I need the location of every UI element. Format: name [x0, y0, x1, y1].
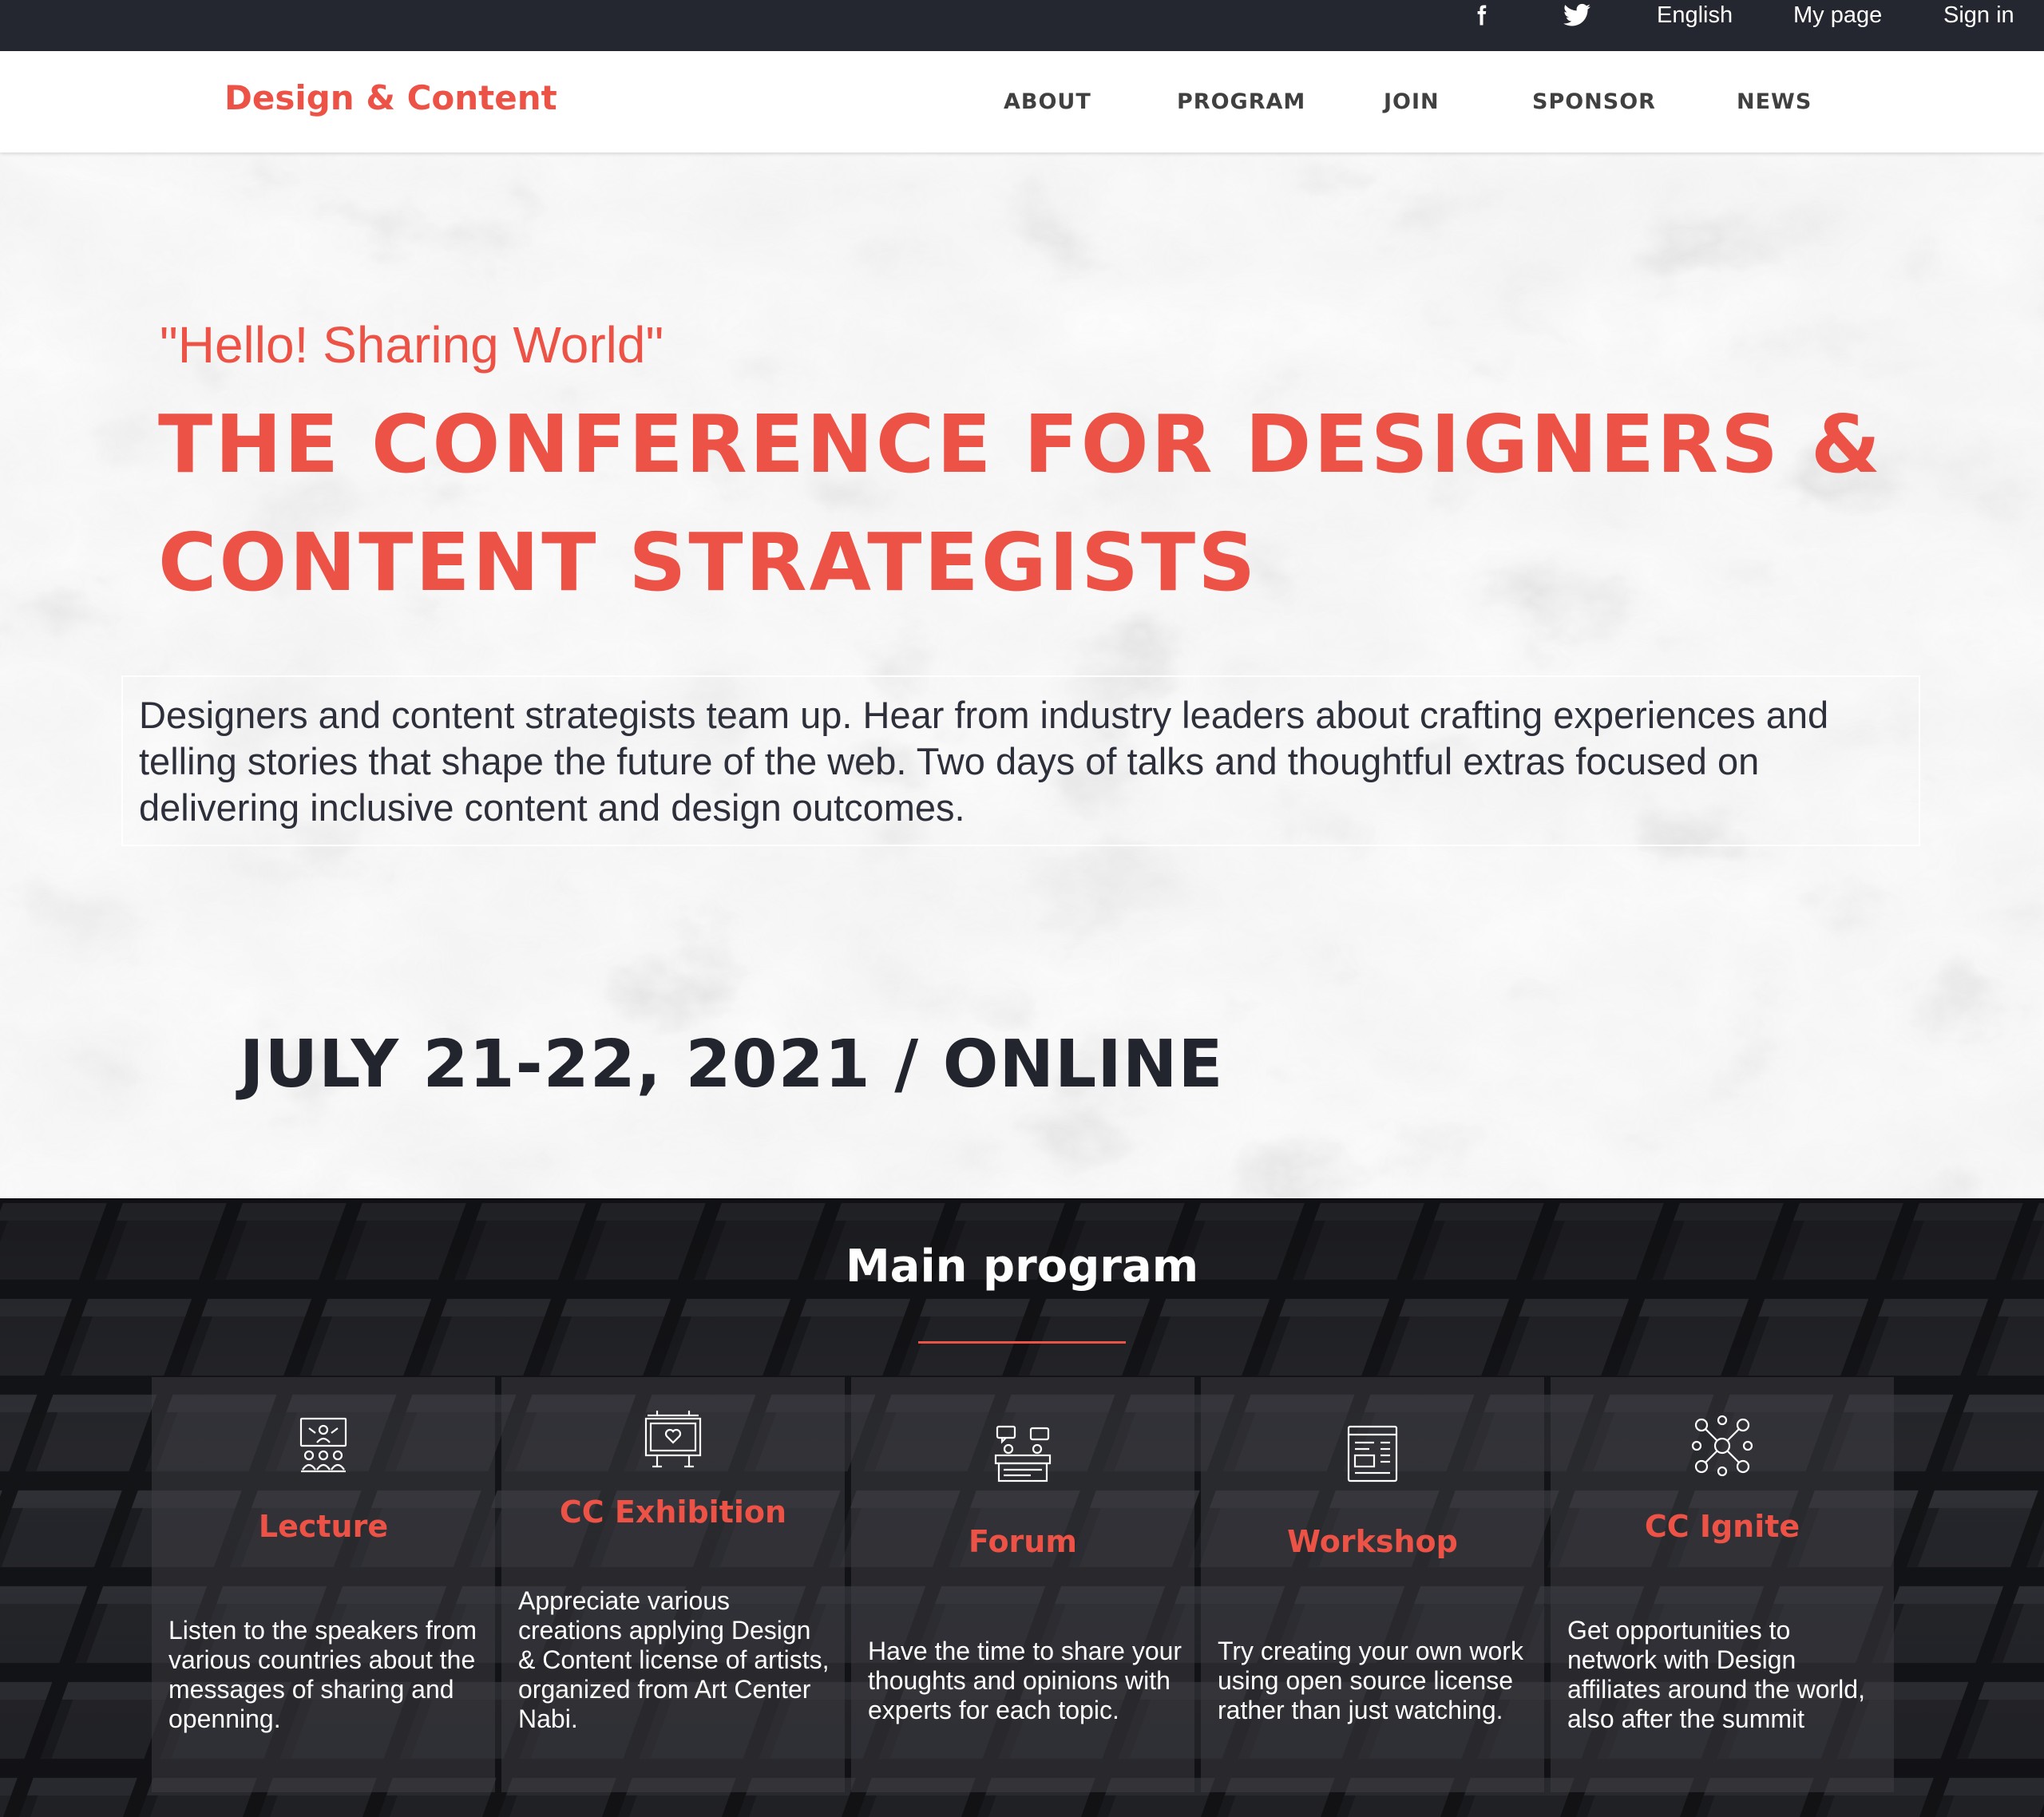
hero-headline-line-2: CONTENT STRATEGISTS — [158, 516, 1258, 609]
card-desc-lecture: Listen to the speakers from various coun… — [168, 1616, 477, 1733]
title-underline — [918, 1341, 1126, 1344]
top-utility-bar: English My page Sign in — [0, 0, 2044, 51]
card-title-lecture: Lecture — [258, 1509, 389, 1544]
card-desc-forum: Have the time to share your thoughts and… — [868, 1637, 1182, 1724]
card-title-cc-ignite: CC Ignite — [1644, 1509, 1800, 1544]
program-card-workshop[interactable]: Workshop Try creating your own work usin… — [1201, 1377, 1544, 1792]
program-title: Main program — [845, 1241, 1199, 1292]
program-card-lecture[interactable]: Lecture Listen to the speakers from vari… — [152, 1377, 495, 1792]
hero-headline: THE CONFERENCE FOR DESIGNERS & CONTENT S… — [158, 386, 1915, 622]
nav-news[interactable]: NEWS — [1737, 89, 1812, 114]
card-desc-workshop: Try creating your own work using open so… — [1218, 1637, 1523, 1724]
event-date: JULY 21-22, 2021 / ONLINE — [240, 1027, 1224, 1102]
program-card-cc-exhibition[interactable]: CC Exhibition Appreciate various creatio… — [501, 1377, 845, 1792]
card-title-workshop: Workshop — [1287, 1524, 1458, 1559]
card-desc-cc-ignite: Get opportunities to network with Design… — [1567, 1616, 1865, 1733]
program-card-forum[interactable]: Forum Have the time to share your though… — [851, 1377, 1194, 1792]
card-desc-cc-exhibition: Appreciate various creations applying De… — [518, 1586, 830, 1733]
card-title-cc-exhibition: CC Exhibition — [559, 1494, 787, 1530]
twitter-icon[interactable] — [1563, 0, 1594, 30]
exhibition-icon — [644, 1411, 702, 1468]
main-program-section: Main program Lecture Listen to the speak… — [0, 1198, 2044, 1817]
nav-program[interactable]: PROGRAM — [1177, 89, 1305, 114]
my-page-link[interactable]: My page — [1793, 0, 1882, 30]
nav-sponsor[interactable]: SPONSOR — [1532, 89, 1656, 114]
hero-tagline: "Hello! Sharing World" — [160, 316, 664, 374]
hero-headline-line-1: THE CONFERENCE FOR DESIGNERS & — [158, 398, 1884, 491]
network-icon — [1691, 1415, 1753, 1477]
hero-section: "Hello! Sharing World" THE CONFERENCE FO… — [0, 152, 2044, 1198]
site-logo[interactable]: Design & Content — [224, 78, 557, 117]
hero-description: Designers and content strategists team u… — [139, 694, 1829, 829]
facebook-icon[interactable] — [1469, 0, 1493, 30]
main-navbar: Design & Content ABOUT PROGRAM JOIN SPON… — [0, 51, 2044, 152]
nav-about[interactable]: ABOUT — [1004, 89, 1091, 114]
program-card-cc-ignite[interactable]: CC Ignite Get opportunities to network w… — [1551, 1377, 1894, 1792]
lecture-icon — [299, 1417, 347, 1473]
sign-in-link[interactable]: Sign in — [1943, 0, 2014, 30]
nav-join[interactable]: JOIN — [1384, 89, 1440, 114]
workshop-icon — [1347, 1425, 1398, 1482]
forum-icon — [994, 1425, 1052, 1482]
language-selector[interactable]: English — [1657, 0, 1733, 30]
card-title-forum: Forum — [969, 1524, 1077, 1559]
